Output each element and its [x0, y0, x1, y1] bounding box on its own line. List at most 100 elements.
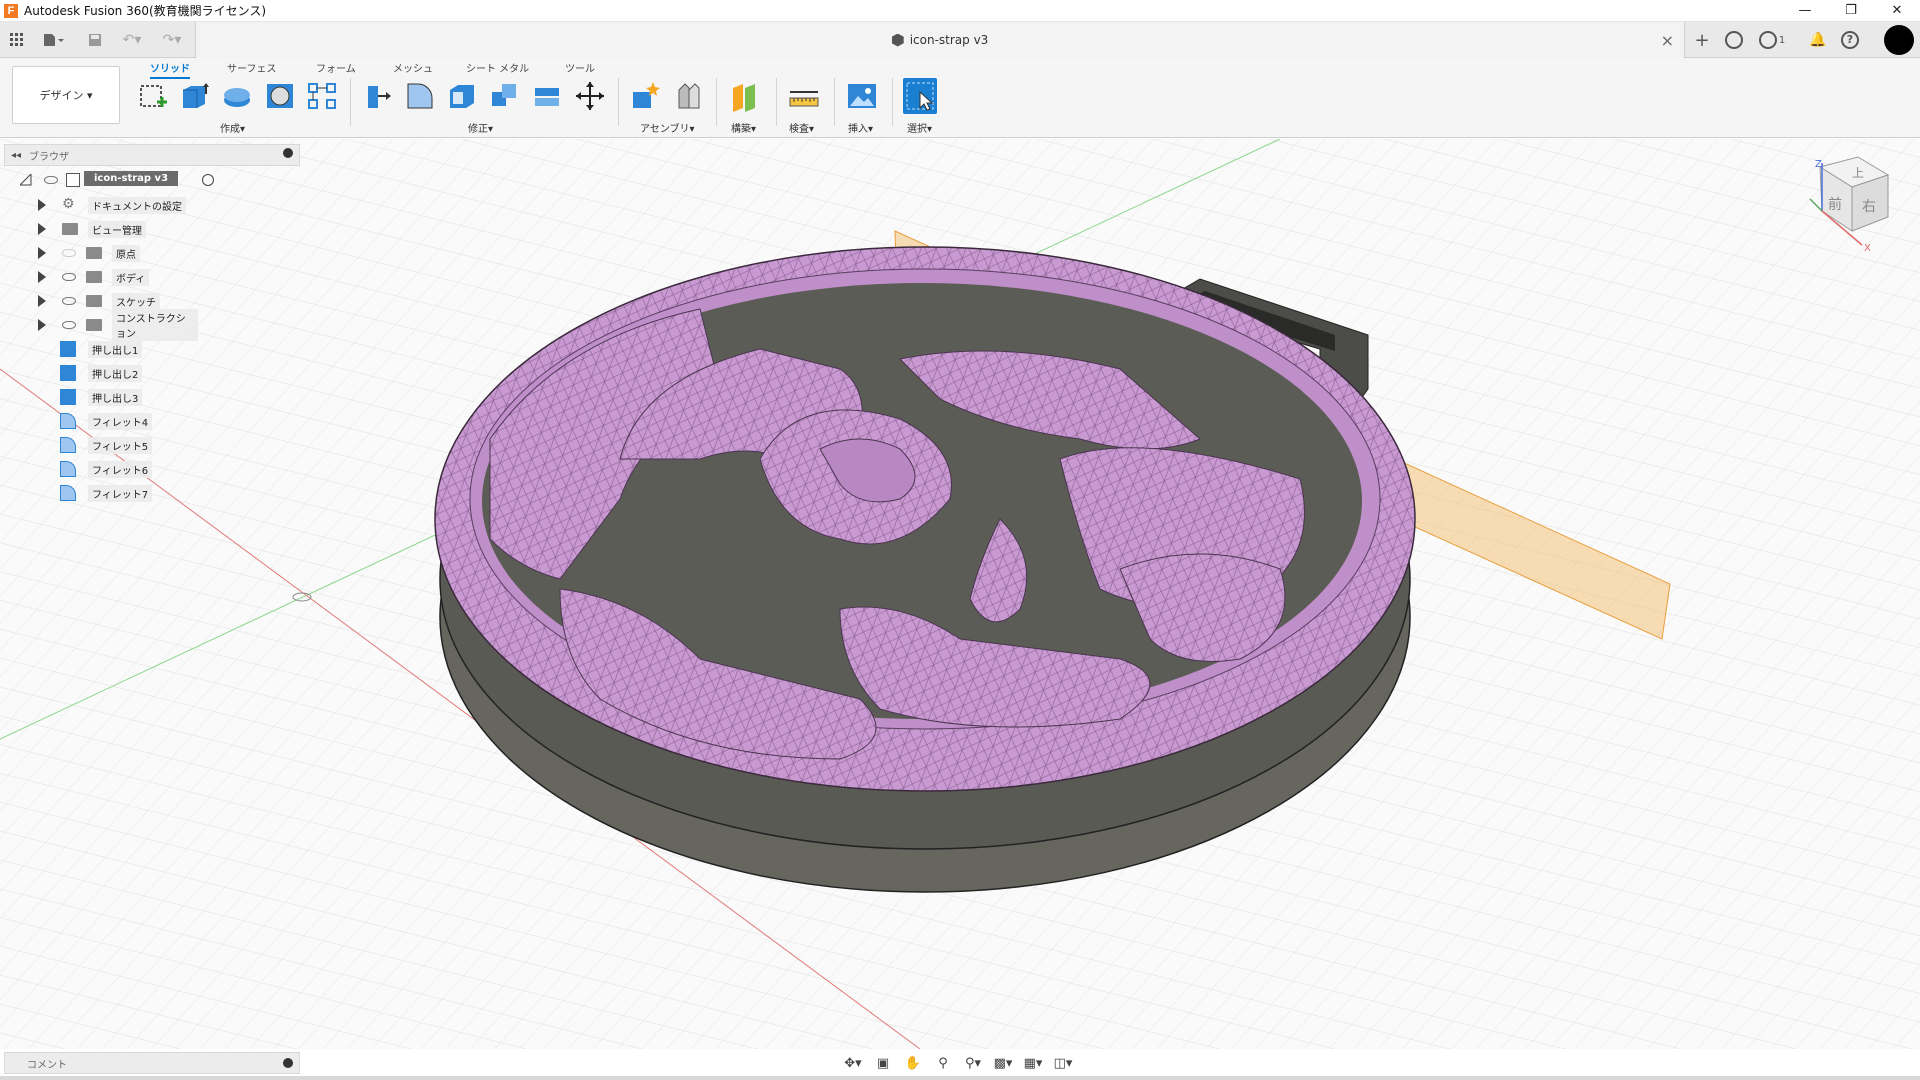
- offset-plane-button[interactable]: [728, 78, 762, 114]
- expand-triangle-icon[interactable]: [38, 295, 46, 307]
- file-menu-icon[interactable]: [38, 28, 70, 52]
- combine-button[interactable]: [487, 78, 521, 114]
- visibility-eye-icon[interactable]: [44, 176, 58, 184]
- visibility-eye-icon[interactable]: [62, 273, 76, 281]
- comments-panel[interactable]: コメント: [4, 1052, 300, 1074]
- document-tab[interactable]: icon-strap v3 ×: [195, 22, 1685, 58]
- viewcube-right-label: 右: [1862, 199, 1876, 215]
- timeline-feature-fillet7[interactable]: フィレット7: [60, 483, 160, 503]
- insert-group-label[interactable]: 挿入▾: [848, 120, 873, 135]
- inspect-group-label[interactable]: 検査▾: [789, 120, 814, 135]
- browser-folder-bodies[interactable]: ボディ: [38, 267, 198, 287]
- assemble-group-label[interactable]: アセンブリ▾: [640, 120, 695, 135]
- create-sketch-button[interactable]: [136, 78, 170, 114]
- help-icon[interactable]: ?: [1838, 28, 1862, 52]
- document-tab-title: icon-strap v3: [909, 33, 989, 47]
- browser-root-label: icon-strap v3: [84, 171, 179, 186]
- workspace-switcher-button[interactable]: デザイン ▾: [12, 66, 120, 124]
- grid-settings-icon[interactable]: ▦▾: [1020, 1056, 1046, 1071]
- close-tab-icon[interactable]: ×: [1661, 31, 1674, 50]
- timeline-feature-extrude1[interactable]: 押し出し1: [60, 339, 160, 359]
- browser-folder-construction[interactable]: コンストラクション: [38, 309, 198, 341]
- move-copy-button[interactable]: [573, 78, 607, 114]
- joint-button[interactable]: [672, 78, 706, 114]
- browser-folder-named-views[interactable]: ビュー管理: [38, 219, 198, 239]
- new-tab-icon[interactable]: +: [1690, 28, 1714, 52]
- undo-icon[interactable]: ↶▾: [116, 28, 148, 52]
- timeline-feature-fillet5[interactable]: フィレット5: [60, 435, 160, 455]
- display-settings-icon[interactable]: ▩▾: [990, 1056, 1016, 1071]
- data-panel-grid-icon[interactable]: [6, 28, 28, 52]
- look-at-icon[interactable]: ▣: [870, 1056, 896, 1071]
- hole-button[interactable]: [263, 78, 297, 114]
- workspace-label: デザイン: [39, 89, 84, 102]
- viewcube-z-label: Z: [1815, 159, 1822, 170]
- select-group-label[interactable]: 選択▾: [907, 120, 932, 135]
- new-component-button[interactable]: [628, 78, 662, 114]
- modify-group-label[interactable]: 修正▾: [468, 120, 493, 135]
- extrude-button[interactable]: [178, 78, 212, 114]
- save-icon[interactable]: [84, 28, 106, 52]
- job-status-count: 1: [1778, 34, 1786, 46]
- expand-triangle-icon[interactable]: [38, 247, 46, 259]
- gear-icon: ⚙: [62, 196, 75, 212]
- fillet-button[interactable]: [403, 78, 437, 114]
- minimize-button[interactable]: —: [1782, 0, 1828, 22]
- browser-root-row[interactable]: icon-strap v3: [20, 170, 214, 190]
- timeline-feature-extrude3[interactable]: 押し出し3: [60, 387, 160, 407]
- zoom-icon[interactable]: ⚲: [930, 1056, 956, 1071]
- ribbon-separator: [776, 78, 777, 126]
- notifications-bell-icon[interactable]: 🔔: [1806, 28, 1830, 52]
- extrude-feature-icon: [60, 365, 76, 381]
- tab-tools[interactable]: ツール: [565, 60, 595, 75]
- shell-icon: [450, 85, 474, 108]
- hidden-eye-icon[interactable]: [62, 249, 76, 257]
- expand-triangle-icon[interactable]: [38, 271, 46, 283]
- pan-hand-icon[interactable]: ✋: [900, 1056, 926, 1071]
- ribbon-separator: [350, 78, 351, 126]
- add-comment-icon[interactable]: [283, 1058, 293, 1068]
- activate-component-icon[interactable]: [202, 174, 214, 186]
- redo-icon[interactable]: ↷▾: [156, 28, 188, 52]
- insert-canvas-button[interactable]: [845, 78, 879, 114]
- split-body-button[interactable]: [530, 78, 564, 114]
- tab-form[interactable]: フォーム: [316, 60, 356, 75]
- close-button[interactable]: ✕: [1874, 0, 1920, 22]
- timeline-feature-fillet6[interactable]: フィレット6: [60, 459, 160, 479]
- expand-triangle-icon[interactable]: [38, 199, 46, 211]
- construct-group-label[interactable]: 構築▾: [731, 120, 756, 135]
- press-pull-button[interactable]: [361, 78, 395, 114]
- timeline-feature-extrude2[interactable]: 押し出し2: [60, 363, 160, 383]
- visibility-eye-icon[interactable]: [62, 297, 76, 305]
- shell-button[interactable]: [445, 78, 479, 114]
- ribbon-separator: [716, 78, 717, 126]
- collapse-triangle-icon[interactable]: [20, 174, 32, 186]
- extensions-icon[interactable]: [1722, 28, 1746, 52]
- user-avatar[interactable]: [1884, 25, 1914, 55]
- orbit-icon[interactable]: ✥▾: [840, 1056, 866, 1071]
- collapse-browser-icon[interactable]: ◂◂: [11, 150, 21, 161]
- expand-triangle-icon[interactable]: [38, 223, 46, 235]
- revolve-button[interactable]: [220, 78, 254, 114]
- tab-mesh[interactable]: メッシュ: [393, 60, 433, 75]
- browser-folder-label: ボディ: [112, 268, 150, 286]
- browser-folder-sketches[interactable]: スケッチ: [38, 291, 198, 311]
- visibility-eye-icon[interactable]: [62, 321, 76, 329]
- measure-button[interactable]: [787, 78, 821, 114]
- pattern-button[interactable]: [305, 78, 339, 114]
- browser-folder-origin[interactable]: 原点: [38, 243, 198, 263]
- browser-folder-label: 原点: [112, 244, 140, 262]
- browser-pin-icon[interactable]: [283, 148, 293, 158]
- select-button[interactable]: [903, 78, 937, 114]
- job-status-icon[interactable]: 1: [1754, 28, 1790, 52]
- browser-folder-document-settings[interactable]: ⚙ ドキュメントの設定: [38, 195, 198, 215]
- expand-triangle-icon[interactable]: [38, 319, 46, 331]
- tab-sheet-metal[interactable]: シート メタル: [466, 60, 529, 75]
- tab-surface[interactable]: サーフェス: [227, 60, 276, 75]
- tab-solid[interactable]: ソリッド: [150, 60, 190, 79]
- timeline-feature-fillet4[interactable]: フィレット4: [60, 411, 160, 431]
- viewports-icon[interactable]: ◫▾: [1050, 1056, 1076, 1071]
- fit-zoom-icon[interactable]: ⚲▾: [960, 1056, 986, 1071]
- create-group-label[interactable]: 作成▾: [220, 120, 245, 135]
- restore-button[interactable]: ❐: [1828, 0, 1874, 22]
